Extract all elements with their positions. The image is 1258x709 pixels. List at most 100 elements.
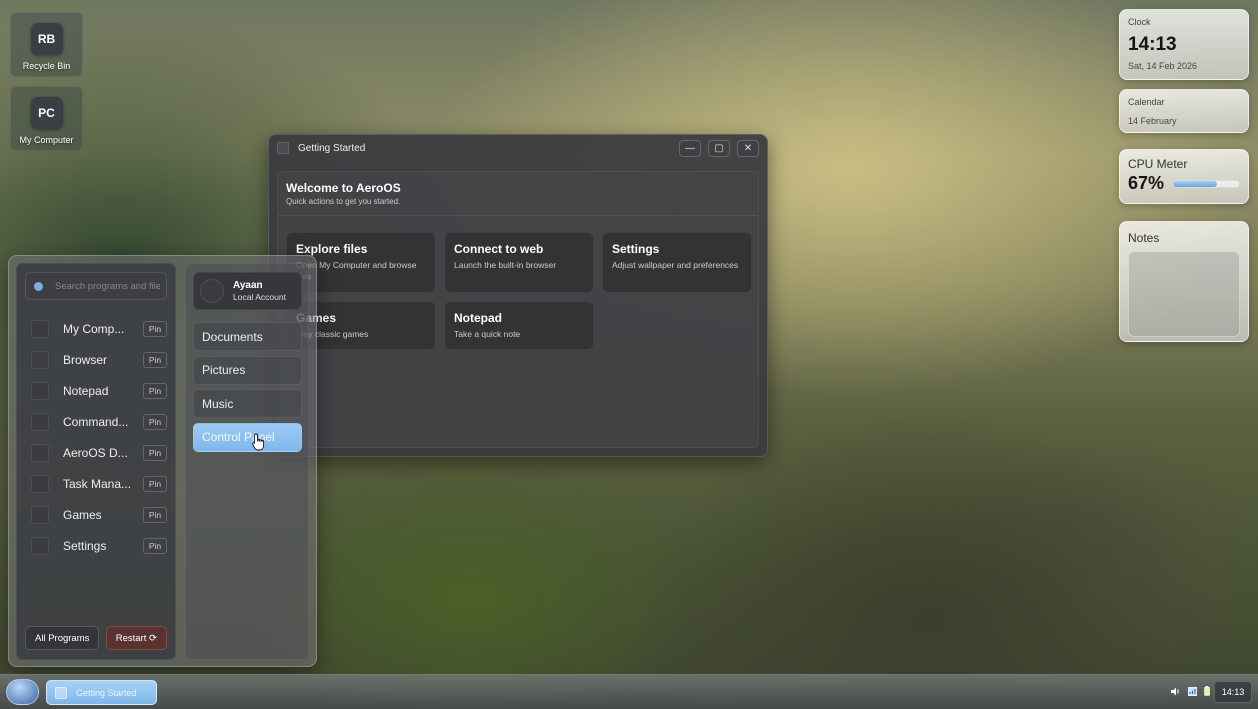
restart-button[interactable]: Restart ⟳ [105, 626, 167, 650]
calendar-widget-date: 14 February [1128, 116, 1177, 126]
clock-widget-date: Sat, 14 Feb 2026 [1128, 61, 1198, 71]
user-role: Local Account [233, 292, 286, 302]
places-item-pictures[interactable]: Pictures [193, 355, 302, 385]
pin-button[interactable]: Pin [143, 320, 167, 337]
start-menu-places-pane: Ayaan Local Account Documents Pictures Mus… [185, 263, 309, 660]
places-item-documents[interactable]: Documents [193, 322, 302, 351]
window-app-icon [277, 142, 289, 154]
quick-action-title: Explore files [296, 242, 368, 256]
program-name: Settings [63, 538, 107, 553]
places-list: Documents Pictures Music Control Panel [193, 322, 302, 452]
notes-textarea[interactable] [1128, 251, 1240, 337]
clock-widget-title: Clock [1128, 17, 1151, 27]
program-name: AeroOS D... [63, 445, 128, 460]
close-button[interactable]: ✕ [737, 139, 759, 157]
getting-started-window[interactable]: Getting Started — ▢ ✕ Welcome to AeroOS … [268, 134, 768, 457]
quick-action-title: Connect to web [454, 242, 544, 256]
notes-widget[interactable]: Notes [1119, 221, 1249, 342]
window-content: Welcome to AeroOS Quick actions to get y… [277, 171, 759, 448]
user-card[interactable]: Ayaan Local Account [193, 272, 302, 310]
taskbar-item-getting-started[interactable]: Getting Started [46, 680, 157, 705]
calendar-widget-title: Calendar [1128, 97, 1165, 107]
start-search-box[interactable] [25, 272, 167, 300]
cpu-meter-widget[interactable]: CPU Meter 67% [1119, 149, 1249, 204]
program-name: Notepad [63, 383, 109, 398]
quick-action-title: Settings [612, 242, 660, 256]
maximize-button[interactable]: ▢ [708, 139, 730, 157]
desktop-icon-my-computer[interactable]: PC My Computer [10, 86, 83, 151]
welcome-subtitle: Quick actions to get you started. [286, 197, 401, 206]
system-tray [1171, 686, 1210, 696]
taskbar-item-label: Getting Started [76, 687, 137, 698]
hand-cursor-icon [252, 433, 265, 451]
quick-action-notepad[interactable]: Notepad Take a quick note [444, 301, 594, 350]
start-menu-programs-pane: My Comp...PinBrowserPinNotepadPinCommand… [16, 263, 176, 660]
program-list-item[interactable]: AeroOS D... Pin [17, 437, 175, 468]
program-list-item[interactable]: Command... Pin [17, 406, 175, 437]
battery-icon[interactable] [1204, 686, 1210, 696]
recycle-bin-icon: RB [30, 23, 63, 55]
program-list-item[interactable]: Task Mana... Pin [17, 468, 175, 499]
taskbar-clock[interactable]: 14:13 [1214, 681, 1252, 703]
program-list-item[interactable]: Notepad Pin [17, 375, 175, 406]
pin-button[interactable]: Pin [143, 351, 167, 368]
program-name: Command... [63, 414, 129, 429]
pin-button[interactable]: Pin [143, 413, 167, 430]
pin-button[interactable]: Pin [143, 444, 167, 461]
calendar-widget[interactable]: Calendar 14 February [1119, 89, 1249, 133]
computer-icon: PC [30, 97, 63, 129]
program-icon [31, 536, 49, 555]
start-button[interactable] [6, 679, 39, 705]
avatar [200, 279, 224, 303]
start-menu: My Comp...PinBrowserPinNotepadPinCommand… [8, 255, 317, 667]
pin-button[interactable]: Pin [143, 506, 167, 523]
all-programs-button[interactable]: All Programs [25, 626, 100, 650]
program-list-item[interactable]: My Comp... Pin [17, 313, 175, 344]
program-icon [31, 443, 49, 462]
cpu-meter-title: CPU Meter [1128, 157, 1188, 171]
program-name: Games [63, 507, 102, 522]
cpu-meter-fill [1173, 180, 1218, 187]
minimize-button[interactable]: — [679, 139, 701, 157]
quick-action-title: Notepad [454, 311, 502, 325]
program-icon [31, 381, 49, 400]
clock-widget-time: 14:13 [1128, 34, 1177, 55]
quick-action-desc: Adjust wallpaper and preferences [612, 260, 739, 270]
program-icon [31, 350, 49, 369]
taskbar: Getting Started 14:13 [0, 674, 1258, 709]
window-titlebar[interactable]: Getting Started — ▢ ✕ [269, 135, 767, 161]
desktop-icon-recycle-bin[interactable]: RB Recycle Bin [10, 12, 83, 77]
places-item-control-panel[interactable]: Control Panel [193, 422, 302, 452]
program-name: Task Mana... [63, 476, 132, 491]
quick-action-connect-web[interactable]: Connect to web Launch the built-in brows… [444, 232, 594, 293]
program-list-item[interactable]: Settings Pin [17, 530, 175, 561]
notes-widget-title: Notes [1128, 231, 1160, 245]
desktop-icon-label: My Computer [19, 135, 74, 145]
program-icon [31, 319, 49, 338]
pin-button[interactable]: Pin [143, 537, 167, 554]
desktop-icon-label: Recycle Bin [22, 61, 71, 71]
search-icon [34, 281, 43, 291]
program-icon [31, 412, 49, 431]
welcome-title: Welcome to AeroOS [286, 181, 401, 195]
program-list-item[interactable]: Browser Pin [17, 344, 175, 375]
program-list-item[interactable]: Games Pin [17, 499, 175, 530]
program-list: My Comp... Pin Browser Pin Notepad Pin Command… [17, 313, 175, 561]
user-name: Ayaan [233, 280, 263, 291]
quick-action-settings[interactable]: Settings Adjust wallpaper and preference… [602, 232, 752, 293]
program-icon [31, 474, 49, 493]
program-name: My Comp... [63, 321, 125, 336]
program-icon [31, 505, 49, 524]
pin-button[interactable]: Pin [143, 382, 167, 399]
cpu-meter-value: 67% [1128, 173, 1165, 193]
quick-action-desc: Launch the built-in browser [454, 260, 557, 270]
network-icon[interactable] [1188, 686, 1197, 696]
clock-widget[interactable]: Clock 14:13 Sat, 14 Feb 2026 [1119, 9, 1249, 80]
quick-action-desc: Take a quick note [454, 329, 521, 339]
search-input[interactable] [55, 280, 160, 292]
window-title: Getting Started [298, 142, 366, 154]
places-item-music[interactable]: Music [193, 389, 302, 418]
volume-icon[interactable] [1171, 687, 1181, 696]
cpu-meter-bar [1172, 179, 1240, 188]
pin-button[interactable]: Pin [143, 475, 167, 492]
